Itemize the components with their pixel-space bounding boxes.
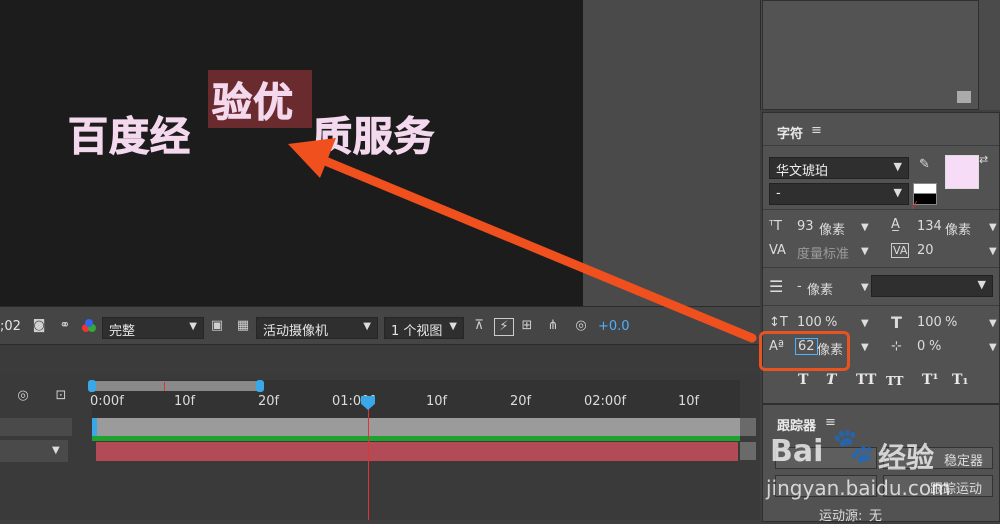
annotation-arrow-icon: [288, 138, 757, 343]
